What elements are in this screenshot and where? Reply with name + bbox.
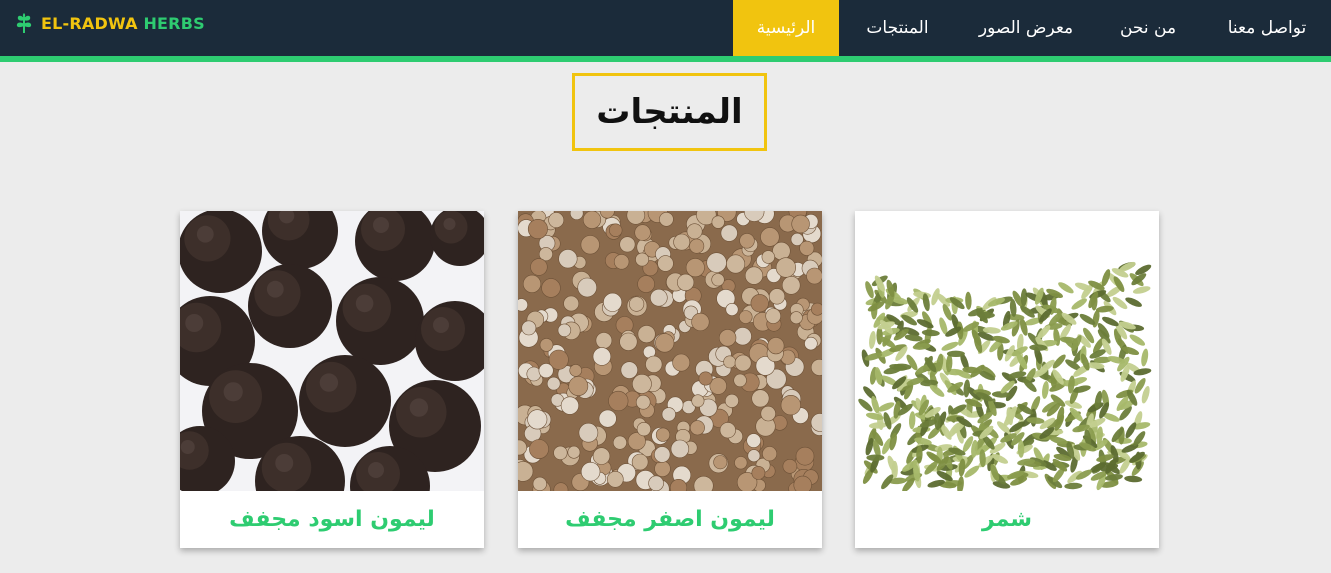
product-name: ليمون اسود مجفف <box>229 507 435 532</box>
top-navbar: EL-RADWA HERBS تواصل معنا من نحن معرض ال… <box>0 0 1331 56</box>
brand-name: EL-RADWA HERBS <box>41 14 205 33</box>
nav-products[interactable]: المنتجات <box>850 0 945 56</box>
brand-logo[interactable]: EL-RADWA HERBS <box>14 10 205 36</box>
nav-contact[interactable]: تواصل معنا <box>1208 0 1326 56</box>
product-name: ليمون اصفر مجفف <box>565 507 775 532</box>
page-title: المنتجات <box>596 92 743 132</box>
brand-name-part1: EL-RADWA <box>41 13 138 33</box>
product-card-dried-yellow-lemon[interactable]: ليمون اصفر مجفف <box>518 211 822 548</box>
section-title-box: المنتجات <box>572 73 767 151</box>
fennel-seeds-image <box>855 211 1159 491</box>
product-card-fennel[interactable]: شمر <box>855 211 1159 548</box>
product-card-dried-black-lemon[interactable]: ليمون اسود مجفف <box>180 211 484 548</box>
brand-name-part2: HERBS <box>143 13 205 33</box>
nav-about[interactable]: من نحن <box>1103 0 1193 56</box>
nav-gallery[interactable]: معرض الصور <box>962 0 1090 56</box>
dried-yellow-lemon-image <box>518 211 822 491</box>
leaf-icon <box>16 13 32 33</box>
nav-home[interactable]: الرئيسية <box>733 0 839 56</box>
dried-black-lemon-image <box>180 211 484 491</box>
navbar-accent-line <box>0 56 1331 62</box>
product-name: شمر <box>981 507 1033 532</box>
